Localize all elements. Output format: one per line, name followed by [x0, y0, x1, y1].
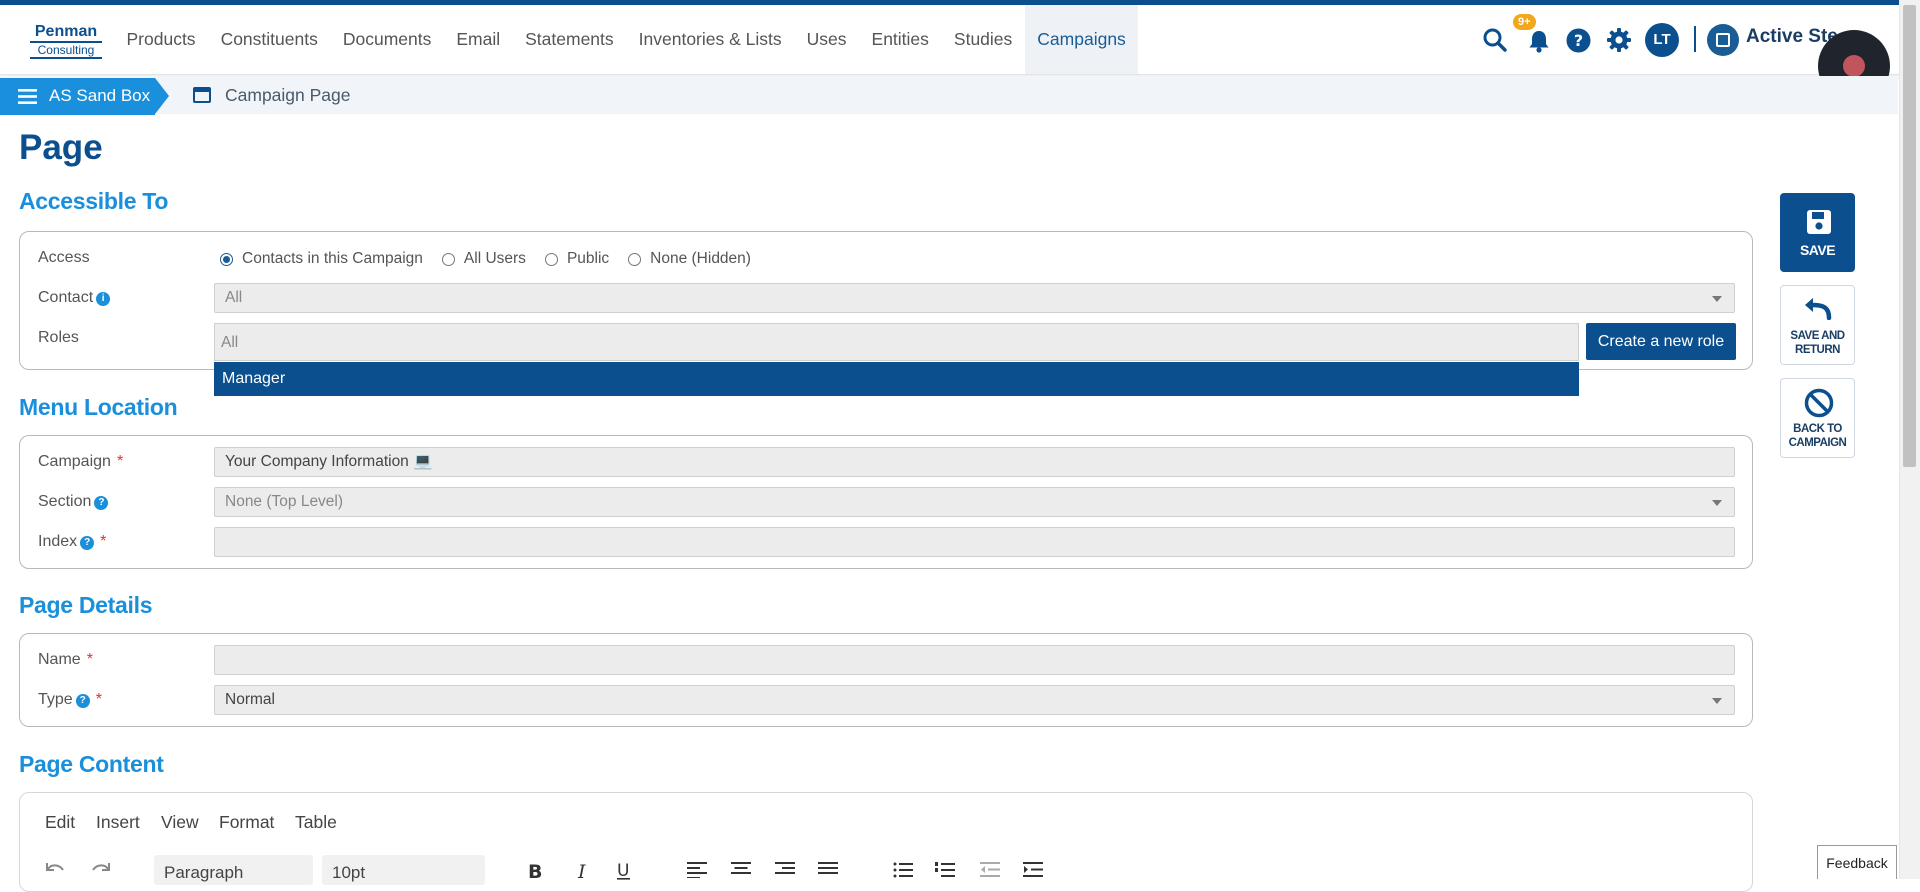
roles-label: Roles [38, 329, 79, 346]
access-option-none-hidden[interactable]: None (Hidden) [628, 250, 751, 268]
block-format-select[interactable]: Paragraph [154, 855, 313, 885]
font-size-select[interactable]: 10pt [322, 855, 485, 885]
ban-icon [1804, 388, 1834, 418]
access-option-all-users[interactable]: All Users [441, 250, 526, 268]
nav-item-campaigns[interactable]: Campaigns [1024, 5, 1139, 74]
outdent-icon[interactable] [980, 862, 1000, 883]
section-label: Section? [38, 493, 109, 511]
editor-menu-insert[interactable]: Insert [96, 812, 140, 833]
section-select[interactable]: None (Top Level) [214, 487, 1735, 517]
radio-none-hidden[interactable] [628, 252, 642, 266]
required-marker: * [100, 533, 107, 550]
name-label: Name * [38, 651, 93, 668]
chevron-down-icon [1712, 698, 1722, 704]
contact-label: Contact i [38, 289, 111, 307]
align-justify-icon[interactable] [818, 862, 838, 883]
access-radio-group: Contacts in this Campaign All Users Publ… [220, 250, 770, 268]
page-title: Page [19, 128, 103, 167]
nav-item-uses[interactable]: Uses [794, 5, 859, 74]
type-select[interactable]: Normal [214, 685, 1735, 715]
campaign-field[interactable]: Your Company Information 💻 [214, 447, 1735, 477]
underline-icon[interactable]: U [615, 860, 633, 885]
notification-bell-icon[interactable] [1526, 27, 1552, 55]
radio-all-users[interactable] [441, 252, 455, 266]
nav-item-constituents[interactable]: Constituents [208, 5, 330, 74]
notification-count-badge: 9+ [1513, 14, 1536, 30]
redo-icon[interactable] [89, 858, 113, 883]
undo-icon[interactable] [43, 858, 67, 883]
svg-text:I: I [577, 861, 586, 880]
index-label: Index? * [38, 533, 107, 550]
help-icon[interactable]: ? [1565, 27, 1591, 53]
penman-consulting-logo[interactable]: Penman Consulting [30, 24, 102, 59]
chevron-down-icon [1712, 500, 1722, 506]
info-icon[interactable]: i [96, 292, 111, 306]
nav-item-email[interactable]: Email [444, 5, 513, 74]
scrollbar-thumb[interactable] [1903, 5, 1916, 467]
type-label: Type? * [38, 691, 102, 708]
nav-item-statements[interactable]: Statements [513, 5, 627, 74]
required-marker: * [86, 651, 93, 668]
nav-item-products[interactable]: Products [114, 5, 208, 74]
back-to-campaign-button[interactable]: BACK TO CAMPAIGN [1780, 378, 1855, 458]
help-icon[interactable]: ? [80, 536, 95, 550]
align-right-icon[interactable] [775, 862, 795, 883]
breadcrumb-current: Campaign Page [225, 85, 351, 105]
access-option-contacts[interactable]: Contacts in this Campaign [220, 250, 423, 268]
indent-icon[interactable] [1023, 862, 1043, 883]
svg-text:B: B [528, 861, 542, 880]
align-left-icon[interactable] [687, 862, 707, 883]
org-logo-icon [1707, 24, 1739, 56]
search-icon[interactable] [1481, 26, 1509, 54]
save-button[interactable]: SAVE [1780, 193, 1855, 272]
hamburger-menu-icon[interactable] [18, 89, 37, 109]
breadcrumb-root-label: AS Sand Box [49, 86, 151, 105]
nav-item-entities[interactable]: Entities [859, 5, 941, 74]
italic-icon[interactable]: I [576, 860, 590, 885]
main-nav: Products Constituents Documents Email St… [114, 5, 1139, 74]
chevron-down-icon [1712, 296, 1722, 302]
nav-item-studies[interactable]: Studies [941, 5, 1024, 74]
access-label: Access [38, 249, 90, 266]
nav-item-inventories-lists[interactable]: Inventories & Lists [626, 5, 794, 74]
page-icon [193, 87, 211, 103]
breadcrumb-root[interactable]: AS Sand Box [0, 78, 169, 115]
menu-location-heading: Menu Location [19, 394, 178, 420]
save-disk-icon [1807, 210, 1831, 234]
svg-text:?: ? [1573, 31, 1582, 50]
roles-dropdown-option-manager[interactable]: Manager [214, 362, 1579, 396]
bold-icon[interactable]: B [527, 860, 543, 885]
contact-select[interactable]: All [214, 283, 1735, 313]
save-and-return-button[interactable]: SAVE AND RETURN [1780, 285, 1855, 365]
return-arrow-icon [1805, 298, 1832, 320]
nav-divider [1694, 26, 1696, 52]
nav-item-documents[interactable]: Documents [330, 5, 444, 74]
help-icon[interactable]: ? [94, 496, 109, 510]
numbered-list-icon[interactable] [935, 862, 955, 883]
feedback-button[interactable]: Feedback [1817, 845, 1897, 879]
editor-menu-edit[interactable]: Edit [45, 812, 75, 833]
required-marker: * [116, 453, 124, 470]
access-option-public[interactable]: Public [544, 250, 609, 268]
settings-gear-icon[interactable] [1605, 26, 1633, 54]
svg-text:U: U [617, 861, 629, 880]
editor-menu-table[interactable]: Table [295, 812, 337, 833]
accessible-to-heading: Accessible To [19, 188, 169, 214]
bullet-list-icon[interactable] [893, 862, 913, 883]
user-avatar[interactable]: LT [1645, 23, 1679, 57]
index-input[interactable] [214, 527, 1735, 557]
page-content-heading: Page Content [19, 751, 164, 777]
page-details-heading: Page Details [19, 592, 153, 618]
roles-input[interactable]: All [214, 323, 1579, 361]
radio-contacts[interactable] [220, 252, 233, 266]
align-center-icon[interactable] [731, 862, 751, 883]
campaign-label: Campaign * [38, 453, 124, 470]
editor-menu-view[interactable]: View [161, 812, 199, 833]
help-icon[interactable]: ? [75, 694, 90, 708]
required-marker: * [95, 691, 102, 708]
radio-public[interactable] [544, 252, 558, 266]
create-new-role-button[interactable]: Create a new role [1586, 323, 1736, 360]
editor-menu-format[interactable]: Format [219, 812, 274, 833]
name-input[interactable] [214, 645, 1735, 675]
